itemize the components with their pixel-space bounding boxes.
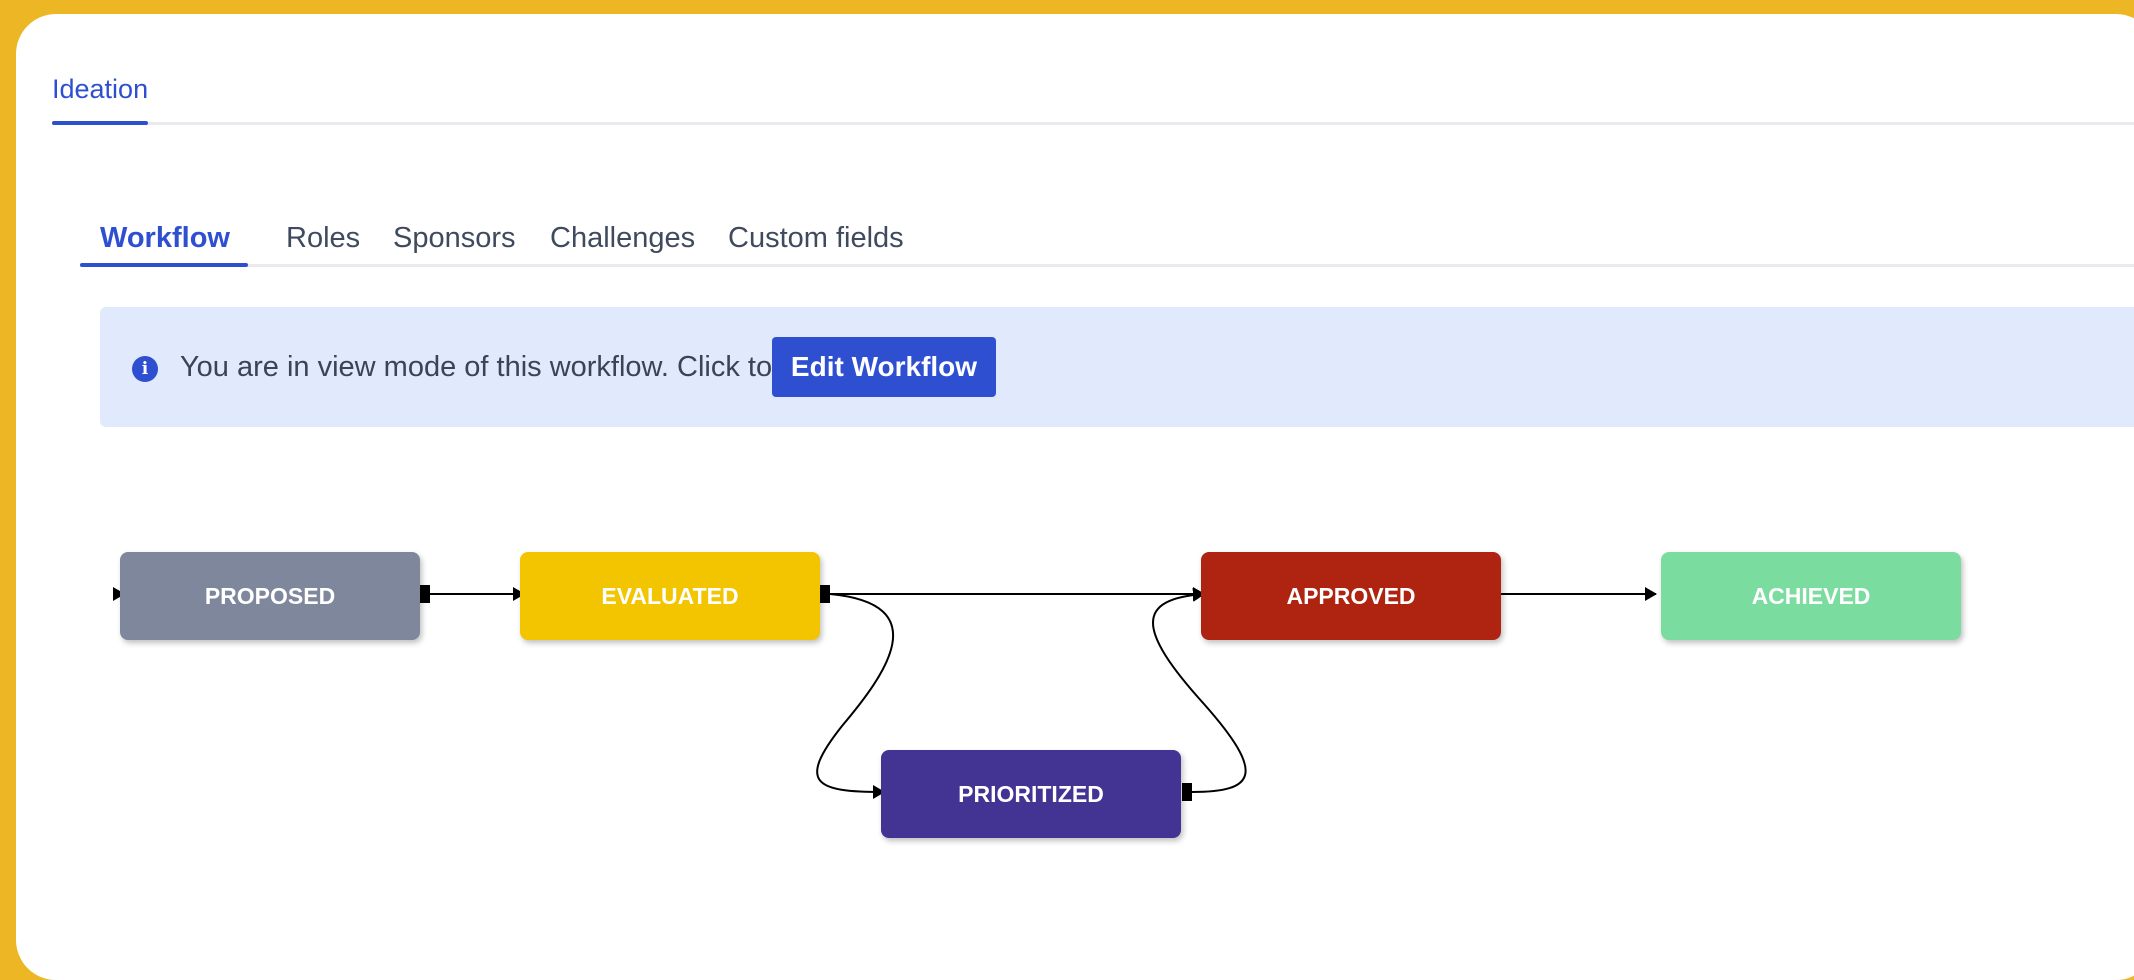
node-prioritized[interactable]: PRIORITIZED — [881, 750, 1181, 838]
workflow-tab-bar: Workflow Roles Sponsors Challenges Custo… — [80, 208, 2134, 267]
tab-challenges[interactable]: Challenges — [550, 222, 695, 255]
active-tab-indicator — [80, 263, 248, 267]
node-achieved[interactable]: ACHIEVED — [1661, 552, 1961, 640]
tab-ideation[interactable]: Ideation — [52, 74, 149, 125]
port-evaluated-out — [820, 585, 830, 603]
top-tab-bar: Ideation — [52, 74, 2134, 125]
node-proposed[interactable]: PROPOSED — [120, 552, 420, 640]
main-panel: Ideation Workflow Roles Sponsors Challen… — [16, 14, 2134, 980]
port-proposed-out — [420, 585, 430, 603]
tab-custom-fields[interactable]: Custom fields — [728, 222, 904, 255]
tab-workflow[interactable]: Workflow — [100, 222, 230, 255]
node-evaluated[interactable]: EVALUATED — [520, 552, 820, 640]
tab-sponsors[interactable]: Sponsors — [393, 222, 516, 255]
view-mode-banner: i You are in view mode of this workflow.… — [100, 307, 2134, 427]
edit-workflow-button[interactable]: Edit Workflow — [772, 337, 996, 397]
port-prioritized-out — [1182, 783, 1192, 801]
banner-message: You are in view mode of this workflow. C… — [180, 351, 773, 383]
node-approved[interactable]: APPROVED — [1201, 552, 1501, 640]
tab-roles[interactable]: Roles — [286, 222, 360, 255]
info-icon: i — [132, 356, 158, 382]
